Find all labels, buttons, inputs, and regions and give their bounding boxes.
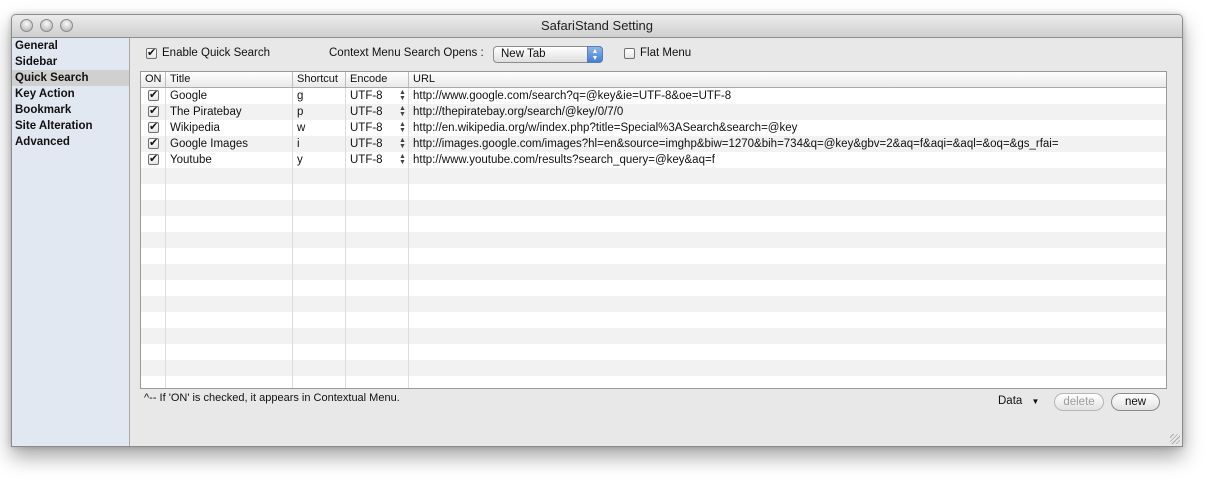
empty-table-row — [141, 184, 1166, 200]
row-shortcut-cell: i — [297, 138, 300, 150]
table-row[interactable]: WikipediawUTF-8http://en.wikipedia.org/w… — [141, 120, 1166, 136]
column-divider — [408, 88, 409, 388]
data-menu[interactable]: Data ▼ — [998, 395, 1039, 407]
row-title-cell: The Piratebay — [170, 106, 242, 118]
column-divider — [345, 88, 346, 388]
new-button[interactable]: new — [1111, 393, 1160, 411]
row-on-checkbox[interactable] — [148, 88, 159, 101]
row-title-cell: Youtube — [170, 154, 212, 166]
empty-table-row — [141, 248, 1166, 264]
sidebar-item-quick-search[interactable]: Quick Search — [12, 70, 129, 86]
encode-stepper-icon[interactable]: ▲ ▼ — [399, 105, 406, 118]
resize-grip-icon[interactable] — [1170, 434, 1180, 444]
settings-window: SafariStand Setting General Sidebar Quic… — [11, 14, 1183, 447]
column-header-title[interactable]: Title — [166, 72, 293, 87]
flat-menu-checkbox[interactable] — [624, 48, 635, 59]
encode-stepper-icon[interactable]: ▲ ▼ — [399, 89, 406, 102]
row-shortcut-cell: y — [297, 154, 303, 166]
table-row[interactable]: Google ImagesiUTF-8http://images.google.… — [141, 136, 1166, 152]
window-title: SafariStand Setting — [540, 18, 654, 33]
table-body: GooglegUTF-8http://www.google.com/search… — [141, 88, 1166, 388]
sidebar-item-key-action[interactable]: Key Action — [12, 86, 129, 102]
empty-table-row — [141, 344, 1166, 360]
row-on-checkbox[interactable] — [148, 104, 159, 117]
row-on-checkbox[interactable] — [148, 120, 159, 133]
sidebar-item-general[interactable]: General — [12, 38, 129, 54]
table-row[interactable]: YoutubeyUTF-8http://www.youtube.com/resu… — [141, 152, 1166, 168]
empty-table-row — [141, 280, 1166, 296]
row-on-checkbox[interactable] — [148, 152, 159, 165]
sidebar-item-sidebar[interactable]: Sidebar — [12, 54, 129, 70]
encode-stepper-icon[interactable]: ▲ ▼ — [399, 121, 406, 134]
row-shortcut-cell: w — [297, 122, 306, 134]
title-bar: SafariStand Setting — [12, 15, 1182, 38]
encode-stepper-icon[interactable]: ▲ ▼ — [399, 153, 406, 166]
select-arrows-icon: ▲ ▼ — [587, 46, 603, 63]
row-url-cell: http://images.google.com/images?hl=en&so… — [413, 138, 1059, 150]
column-divider — [165, 88, 166, 388]
sidebar: General Sidebar Quick Search Key Action … — [12, 38, 130, 446]
empty-table-row — [141, 360, 1166, 376]
context-menu-select[interactable]: New Tab ▲ ▼ — [493, 46, 603, 63]
row-url-cell: http://www.youtube.com/results?search_qu… — [413, 154, 715, 166]
row-shortcut-cell: g — [297, 90, 304, 102]
context-menu-label: Context Menu Search Opens : — [329, 47, 484, 59]
search-engines-table: ON Title Shortcut Encode URL GooglegUTF-… — [140, 71, 1167, 389]
context-menu-select-value: New Tab — [501, 48, 546, 60]
empty-table-row — [141, 232, 1166, 248]
sidebar-item-advanced[interactable]: Advanced — [12, 134, 129, 150]
flat-menu-label: Flat Menu — [640, 47, 692, 59]
enable-quick-search-label: Enable Quick Search — [162, 47, 271, 59]
empty-table-row — [141, 168, 1166, 184]
quick-search-pane: Enable Quick Search Context Menu Search … — [130, 38, 1182, 446]
table-row[interactable]: GooglegUTF-8http://www.google.com/search… — [141, 88, 1166, 104]
sidebar-item-bookmark[interactable]: Bookmark — [12, 102, 129, 118]
enable-quick-search-checkbox[interactable] — [146, 46, 157, 59]
column-header-url[interactable]: URL — [409, 72, 1166, 87]
empty-table-row — [141, 264, 1166, 280]
empty-table-row — [141, 200, 1166, 216]
row-title-cell: Wikipedia — [170, 122, 220, 134]
row-shortcut-cell: p — [297, 106, 304, 118]
row-title-cell: Google — [170, 90, 208, 102]
empty-table-row — [141, 296, 1166, 312]
empty-table-row — [141, 312, 1166, 328]
empty-table-row — [141, 376, 1166, 388]
encode-stepper-icon[interactable]: ▲ ▼ — [399, 137, 406, 150]
column-header-on[interactable]: ON — [141, 72, 166, 87]
row-url-cell: http://en.wikipedia.org/w/index.php?titl… — [413, 122, 798, 134]
row-url-cell: http://thepiratebay.org/search/@key/0/7/… — [413, 106, 624, 118]
table-header: ON Title Shortcut Encode URL — [141, 72, 1166, 88]
empty-table-row — [141, 216, 1166, 232]
delete-button[interactable]: delete — [1054, 393, 1104, 411]
row-url-cell: http://www.google.com/search?q=@key&ie=U… — [413, 90, 732, 102]
column-header-encode[interactable]: Encode — [346, 72, 409, 87]
column-divider — [292, 88, 293, 388]
sidebar-item-site-alteration[interactable]: Site Alteration — [12, 118, 129, 134]
empty-table-row — [141, 328, 1166, 344]
contextual-menu-note: ^-- If 'ON' is checked, it appears in Co… — [144, 392, 400, 404]
data-menu-label: Data — [998, 395, 1023, 407]
dropdown-arrow-icon: ▼ — [1031, 397, 1040, 406]
row-on-checkbox[interactable] — [148, 136, 159, 149]
row-title-cell: Google Images — [170, 138, 248, 150]
table-row[interactable]: The PiratebaypUTF-8http://thepiratebay.o… — [141, 104, 1166, 120]
column-header-shortcut[interactable]: Shortcut — [293, 72, 346, 87]
